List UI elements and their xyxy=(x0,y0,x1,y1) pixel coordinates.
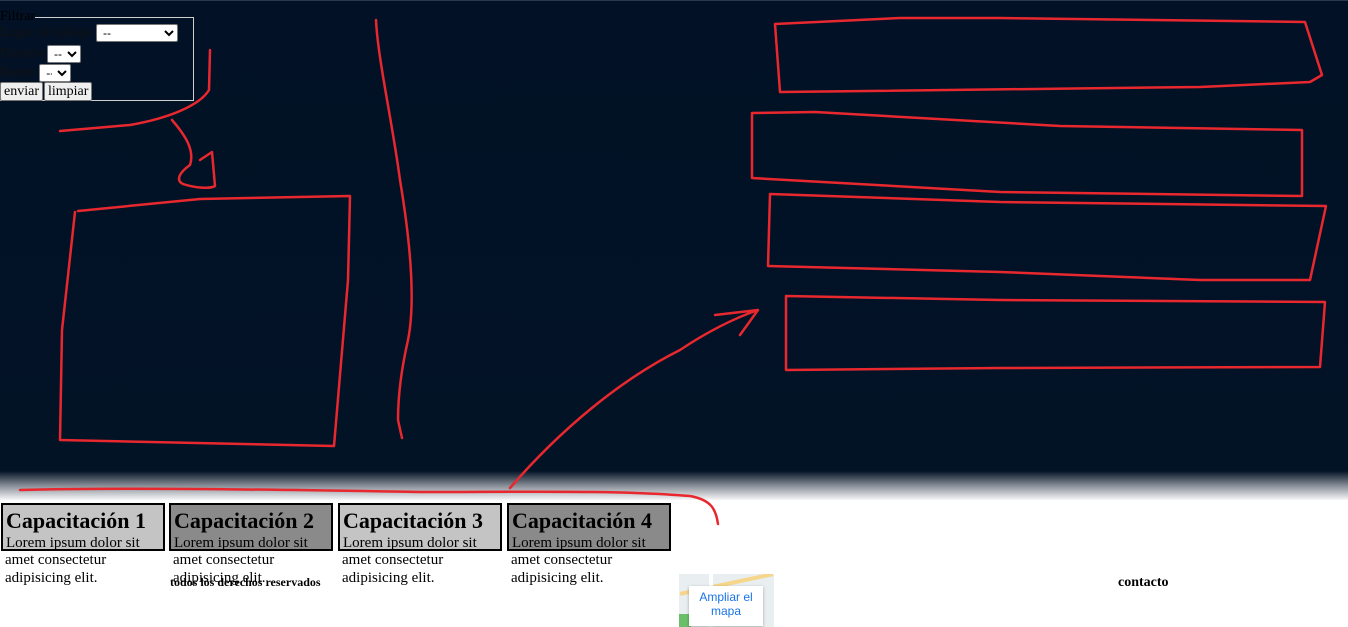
map-marker-icon xyxy=(767,584,774,624)
card-title: Capacitación 4 xyxy=(512,508,652,533)
card-title: Capacitación 2 xyxy=(174,508,314,533)
schedule-label: Horario xyxy=(0,46,44,62)
card-capacitacion-1[interactable]: Capacitación 1 Lorem ipsum dolor sit ame… xyxy=(1,503,165,587)
workplace-select[interactable]: -- xyxy=(96,24,179,42)
footer-rights-text: todos los derechos reservados xyxy=(170,575,321,589)
card-text-line: Lorem ipsum dolor sit xyxy=(6,535,140,551)
neighborhood-select[interactable]: -- xyxy=(39,64,72,82)
card-text-line: Lorem ipsum dolor sit xyxy=(512,535,646,551)
card-title: Capacitación 1 xyxy=(6,508,146,533)
card-text-rest: amet consectetur adipisicing elit. xyxy=(342,552,444,586)
card-capacitacion-3[interactable]: Capacitación 3 Lorem ipsum dolor sit ame… xyxy=(338,503,502,587)
hero-banner xyxy=(0,0,1348,500)
card-header: Capacitación 1 Lorem ipsum dolor sit xyxy=(1,503,165,551)
filter-row-schedule: Horario -- xyxy=(0,45,82,63)
filter-row-neighborhood: Barrio -- xyxy=(0,64,72,82)
workplace-label: Lugar de trabajo xyxy=(0,25,93,41)
contact-link[interactable]: contacto xyxy=(1118,575,1169,591)
filter-row-workplace: Lugar de trabajo -- xyxy=(0,24,179,42)
schedule-select[interactable]: -- xyxy=(47,45,82,63)
neighborhood-label: Barrio xyxy=(0,65,36,81)
card-title: Capacitación 3 xyxy=(343,508,483,533)
submit-button[interactable]: enviar xyxy=(0,82,43,101)
card-text-rest: amet consectetur adipisicing elit. xyxy=(511,552,613,586)
card-capacitacion-4[interactable]: Capacitación 4 Lorem ipsum dolor sit ame… xyxy=(507,503,671,587)
card-header: Capacitación 3 Lorem ipsum dolor sit xyxy=(338,503,502,551)
reset-button[interactable]: limpiar xyxy=(44,82,93,101)
card-text-rest: amet consectetur adipisicing elit. xyxy=(5,552,107,586)
card-text-line: Lorem ipsum dolor sit xyxy=(343,535,477,551)
card-header: Capacitación 4 Lorem ipsum dolor sit xyxy=(507,503,671,551)
map-embed[interactable]: Ampliar el mapa xyxy=(679,574,774,627)
card-text-line: Lorem ipsum dolor sit xyxy=(174,535,308,551)
card-header: Capacitación 2 Lorem ipsum dolor sit xyxy=(169,503,333,551)
map-enlarge-button[interactable]: Ampliar el mapa xyxy=(689,586,763,626)
